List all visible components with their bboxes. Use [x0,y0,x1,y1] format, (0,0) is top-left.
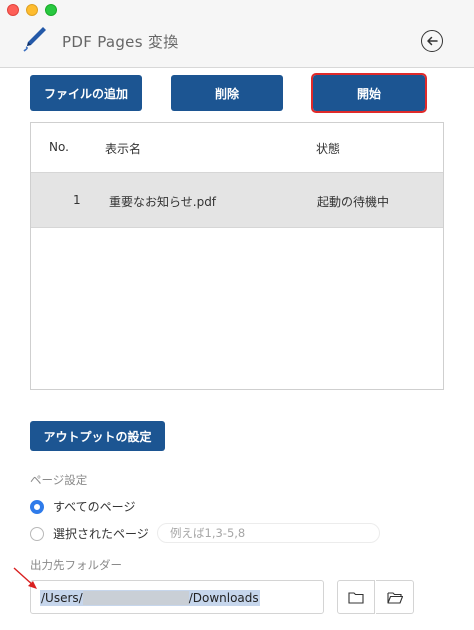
row-number: 1 [73,193,81,207]
start-button[interactable]: 開始 [311,73,427,113]
page-range-input[interactable] [157,523,380,543]
maximize-window-button[interactable] [45,4,57,16]
selected-pages-radio[interactable] [30,526,44,541]
output-folder-label: 出力先フォルダー [30,558,122,572]
open-folder-button[interactable] [337,580,375,614]
file-table: No. 表示名 状態 1 重要なお知らせ.pdf 起動の待機中 [30,122,444,390]
row-status: 起動の待機中 [317,195,390,209]
table-row[interactable]: 1 重要なお知らせ.pdf 起動の待機中 [31,173,443,228]
back-button[interactable] [421,30,443,52]
all-pages-label: すべてのページ [53,500,136,514]
column-header-status[interactable]: 状態 [316,140,340,157]
window-controls [7,4,57,16]
row-file-name: 重要なお知らせ.pdf [109,195,217,209]
add-file-button[interactable]: ファイルの追加 [30,75,142,111]
output-settings-button[interactable]: アウトプットの設定 [30,421,165,451]
folder-icon [348,591,364,604]
selected-pages-label: 選択されたページ [53,527,149,541]
path-suffix: /Downloads [188,591,259,605]
column-header-no[interactable]: No. [49,140,69,154]
back-arrow-icon [427,36,438,46]
page-settings-label: ページ設定 [30,473,88,487]
minimize-window-button[interactable] [26,4,38,16]
path-prefix: /Users/ [41,591,83,605]
selected-pages-option[interactable]: 選択されたページ [30,525,149,542]
app-title: PDF Pages 変換 [62,33,179,51]
pen-icon [23,27,46,52]
title-bar: PDF Pages 変換 [0,0,474,68]
output-path-field[interactable]: /Users/ /Downloads [30,580,324,614]
app-window: PDF Pages 変換 ファイルの追加 削除 開始 No. 表示名 状態 1 … [0,0,474,630]
red-arrow-icon [13,567,37,589]
column-header-name[interactable]: 表示名 [105,140,141,157]
output-path-text: /Users/ /Downloads [40,590,260,606]
browse-folder-button[interactable] [376,580,414,614]
close-window-button[interactable] [7,4,19,16]
all-pages-radio[interactable] [30,499,44,514]
path-redacted [82,591,189,605]
folder-open-icon [386,591,403,604]
all-pages-option[interactable]: すべてのページ [30,498,135,515]
delete-button[interactable]: 削除 [171,75,283,111]
table-header: No. 表示名 状態 [31,123,443,173]
